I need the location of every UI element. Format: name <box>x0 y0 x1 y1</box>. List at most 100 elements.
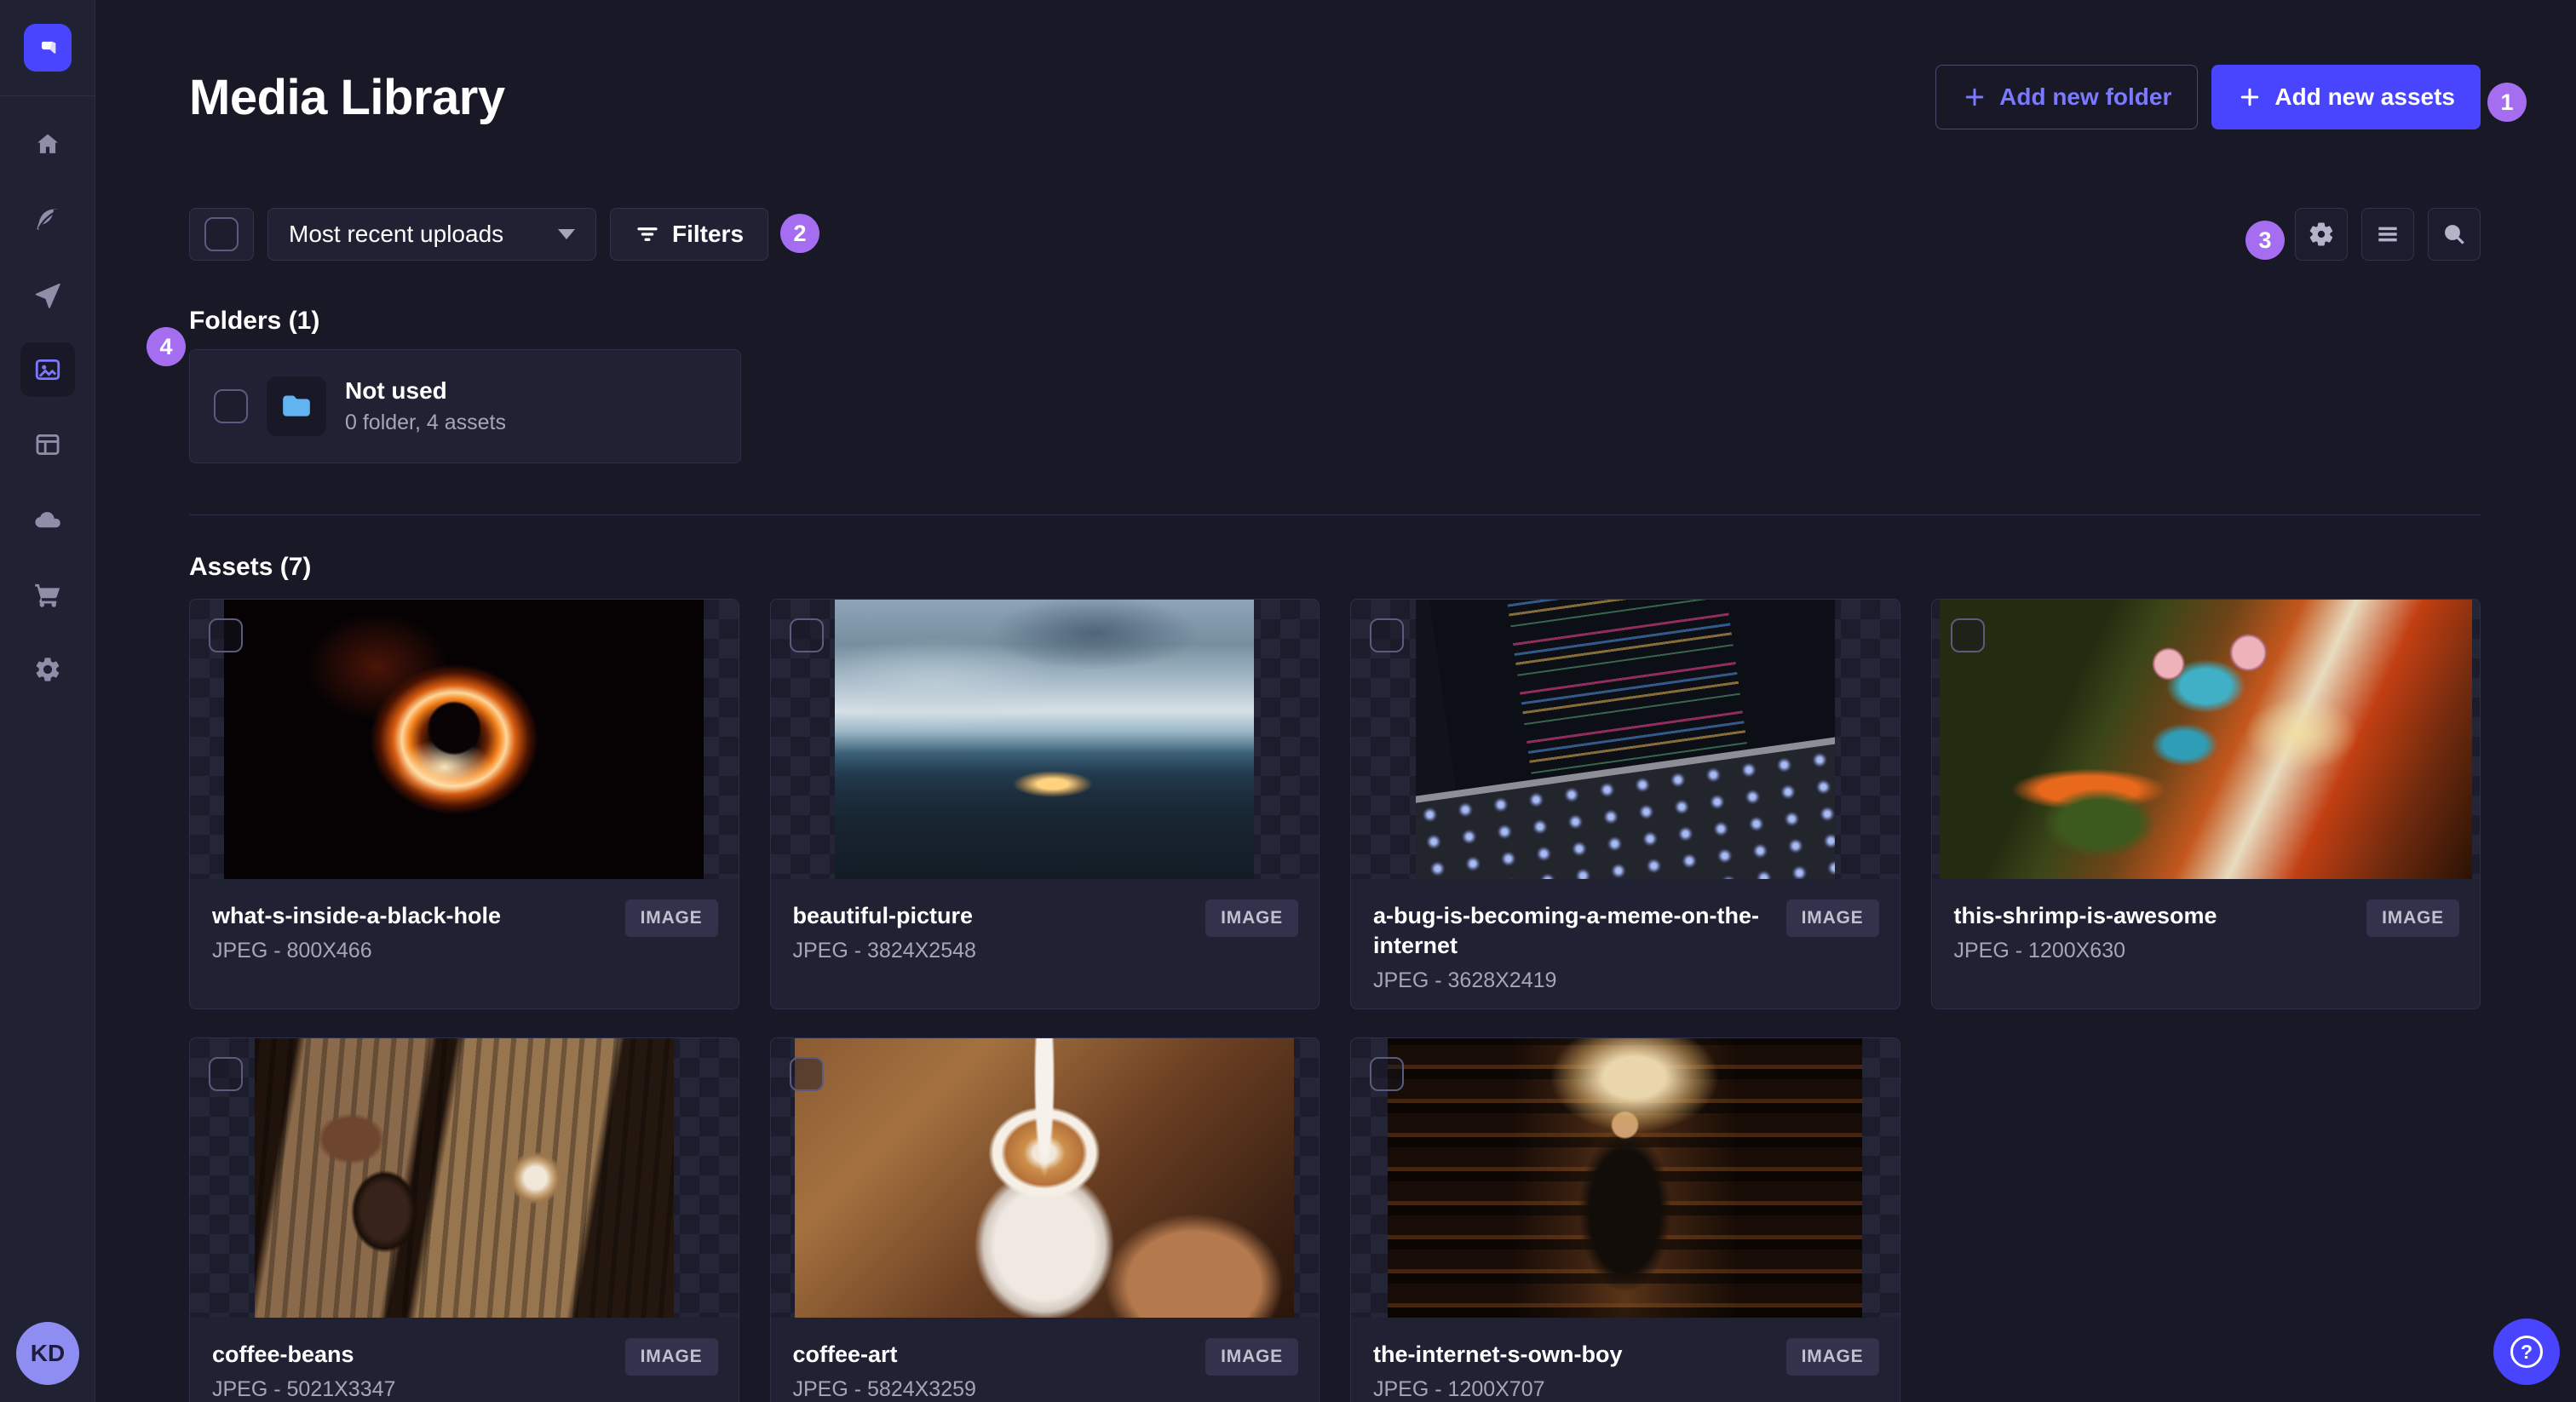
select-all-checkbox[interactable] <box>204 217 239 251</box>
asset-thumbnail-area <box>770 1038 1319 1318</box>
annotation-badge-4: 4 <box>147 327 186 366</box>
main-content: Media Library Add new folder Add new ass… <box>95 0 2576 1402</box>
asset-info: beautiful-picture JPEG - 3824X2548 IMAGE <box>771 879 1320 963</box>
select-all-container <box>189 208 254 261</box>
asset-info: the-internet-s-own-boy JPEG - 1200X707 I… <box>1351 1318 1900 1402</box>
asset-thumbnail-area <box>770 600 1319 879</box>
asset-thumbnail-area <box>1351 1038 1900 1318</box>
asset-type-badge: IMAGE <box>1205 1338 1298 1376</box>
add-new-folder-label: Add new folder <box>1999 83 2172 110</box>
asset-type-badge: IMAGE <box>1205 899 1298 937</box>
list-icon <box>2378 227 2397 242</box>
asset-meta: JPEG - 1200X707 <box>1373 1377 1545 1402</box>
folder-checkbox[interactable] <box>214 389 248 423</box>
asset-meta: JPEG - 3824X2548 <box>792 939 976 963</box>
asset-meta: JPEG - 5021X3347 <box>212 1377 396 1402</box>
user-avatar[interactable]: KD <box>16 1322 79 1385</box>
assets-heading: Assets (7) <box>189 553 312 581</box>
sort-dropdown[interactable]: Most recent uploads <box>267 208 596 261</box>
asset-image <box>254 1038 674 1318</box>
search-button[interactable] <box>2428 208 2481 261</box>
sidebar-nav <box>20 118 75 717</box>
folders-heading: Folders (1) <box>189 307 320 335</box>
sidebar-item-marketplace[interactable] <box>20 567 75 622</box>
asset-thumbnail-area <box>190 1038 739 1318</box>
sidebar: KD <box>0 0 95 1402</box>
section-divider <box>189 514 2481 515</box>
asset-meta: JPEG - 800X466 <box>212 939 372 963</box>
folder-icon-box <box>267 376 326 436</box>
folder-icon <box>283 395 310 417</box>
filter-icon <box>637 227 658 241</box>
sidebar-divider <box>0 95 95 96</box>
asset-checkbox[interactable] <box>789 618 824 652</box>
cloud-icon <box>35 512 60 528</box>
annotation-badge-1: 1 <box>2487 83 2527 122</box>
add-new-assets-button[interactable]: Add new assets <box>2211 65 2481 129</box>
asset-thumbnail-area <box>1351 600 1900 879</box>
chevron-down-icon <box>558 229 575 239</box>
page-title: Media Library <box>189 69 505 125</box>
sidebar-item-content[interactable] <box>20 192 75 247</box>
sidebar-item-home[interactable] <box>20 118 75 172</box>
plus-icon <box>1965 88 1984 106</box>
asset-card[interactable]: a-bug-is-becoming-a-meme-on-the-internet… <box>1350 599 1900 1009</box>
annotation-badge-2: 2 <box>780 214 819 253</box>
asset-image <box>224 600 704 879</box>
folder-text: Not used 0 folder, 4 assets <box>345 377 506 435</box>
asset-checkbox[interactable] <box>1370 618 1404 652</box>
asset-card[interactable]: beautiful-picture JPEG - 3824X2548 IMAGE <box>769 599 1320 1009</box>
asset-card[interactable]: coffee-beans JPEG - 5021X3347 IMAGE <box>189 1037 739 1402</box>
paper-plane-icon <box>35 283 60 308</box>
asset-type-badge: IMAGE <box>624 899 718 937</box>
assets-grid: what-s-inside-a-black-hole JPEG - 800X46… <box>189 599 2481 1402</box>
app-logo[interactable] <box>24 24 72 72</box>
asset-image <box>1388 1038 1863 1318</box>
asset-info: coffee-art JPEG - 5824X3259 IMAGE <box>771 1318 1320 1402</box>
asset-info: coffee-beans JPEG - 5021X3347 IMAGE <box>190 1318 739 1402</box>
page-header: Media Library Add new folder Add new ass… <box>189 65 2481 129</box>
asset-checkbox[interactable] <box>209 1057 243 1091</box>
asset-type-badge: IMAGE <box>624 1338 718 1376</box>
search-icon <box>2445 225 2464 244</box>
toolbar: Most recent uploads Filters <box>189 208 2481 261</box>
sort-dropdown-value: Most recent uploads <box>289 221 504 247</box>
plus-icon <box>2241 88 2259 106</box>
list-view-button[interactable] <box>2361 208 2414 261</box>
toolbar-right <box>2295 208 2481 261</box>
configure-view-button[interactable] <box>2295 208 2348 261</box>
strapi-logo-icon <box>41 41 56 54</box>
question-mark-icon: ? <box>2510 1336 2543 1368</box>
sidebar-item-media-library[interactable] <box>20 342 75 397</box>
gear-icon <box>36 658 60 681</box>
media-library-icon <box>35 359 60 381</box>
asset-checkbox[interactable] <box>209 618 243 652</box>
home-icon <box>37 134 59 153</box>
folder-name: Not used <box>345 377 447 404</box>
sidebar-item-settings[interactable] <box>20 642 75 697</box>
asset-type-badge: IMAGE <box>1785 1338 1879 1376</box>
filters-label: Filters <box>672 221 745 247</box>
asset-image <box>835 600 1255 879</box>
folder-card[interactable]: Not used 0 folder, 4 assets <box>189 349 741 463</box>
asset-card[interactable]: coffee-art JPEG - 5824X3259 IMAGE <box>769 1037 1320 1402</box>
asset-checkbox[interactable] <box>1950 618 1985 652</box>
asset-meta: JPEG - 1200X630 <box>1953 939 2126 963</box>
gear-icon <box>2309 222 2333 246</box>
asset-type-badge: IMAGE <box>2366 899 2459 937</box>
layout-icon <box>36 434 60 456</box>
sidebar-item-cloud[interactable] <box>20 492 75 547</box>
help-button[interactable]: ? <box>2493 1319 2560 1385</box>
add-new-assets-label: Add new assets <box>2274 83 2455 110</box>
sidebar-item-send[interactable] <box>20 267 75 322</box>
asset-checkbox[interactable] <box>1370 1057 1404 1091</box>
add-new-folder-button[interactable]: Add new folder <box>1935 65 2199 129</box>
asset-info: this-shrimp-is-awesome JPEG - 1200X630 I… <box>1932 879 2481 963</box>
asset-checkbox[interactable] <box>789 1057 824 1091</box>
asset-card[interactable]: the-internet-s-own-boy JPEG - 1200X707 I… <box>1350 1037 1900 1402</box>
filters-button[interactable]: Filters <box>610 208 769 261</box>
asset-image <box>795 1038 1295 1318</box>
asset-card[interactable]: this-shrimp-is-awesome JPEG - 1200X630 I… <box>1930 599 2481 1009</box>
asset-card[interactable]: what-s-inside-a-black-hole JPEG - 800X46… <box>189 599 739 1009</box>
sidebar-item-layouts[interactable] <box>20 417 75 472</box>
